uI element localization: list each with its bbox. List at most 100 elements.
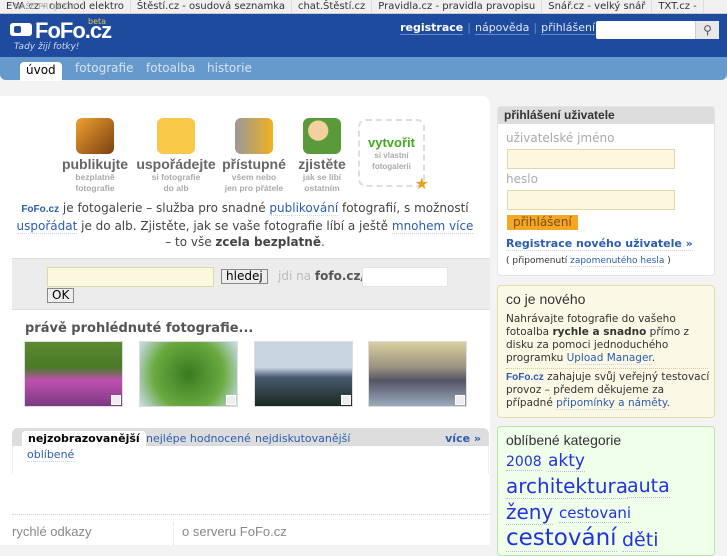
projects-label: NAŠE PROJEKTY <box>8 0 84 13</box>
user-icon <box>303 118 341 154</box>
intro-text: FoFo.cz je fotogalerie – služba pro snad… <box>16 201 474 249</box>
feature-title: uspořádejte <box>136 156 216 172</box>
news-item: FoFo.cz zahajuje svůj veřejný testovací … <box>506 371 710 410</box>
help-link[interactable]: nápověda <box>474 21 530 35</box>
goto-label: jdi na fofo.cz/ <box>278 269 365 283</box>
photo-search-input[interactable] <box>47 267 214 287</box>
password-input[interactable] <box>507 190 675 210</box>
category-tag[interactable]: cestování <box>506 525 617 552</box>
project-link[interactable]: Pravidla.cz - pravidla pravopisu <box>372 0 543 13</box>
category-tag[interactable]: akty <box>548 451 585 472</box>
main-nav: úvod fotografie fotoalba historie <box>0 57 727 81</box>
login-button[interactable]: přihlášení <box>507 215 578 230</box>
keys-icon <box>235 118 273 154</box>
news-divider <box>506 368 708 369</box>
tab-uvod[interactable]: úvod <box>20 62 62 81</box>
photo-thumbnail[interactable] <box>24 341 123 407</box>
username-input[interactable] <box>507 149 675 169</box>
forgot-password-link[interactable]: zapomenutého hesla <box>570 256 665 267</box>
footer-divider <box>173 522 174 545</box>
search-icon[interactable]: ⚲ <box>695 21 719 39</box>
ok-button[interactable]: OK <box>47 288 75 303</box>
create-sub: si vlastní <box>374 151 409 160</box>
login-title: přihlášení uživatele <box>498 107 714 124</box>
top-links: registrace | nápověda | přihlášení <box>400 21 595 35</box>
feature-sub: všem nebo <box>231 172 277 182</box>
mini-logo: FoFo.cz <box>506 372 544 383</box>
news-item: Nahrávajte fotografie do vašeho fotoalba… <box>506 313 690 365</box>
project-link[interactable]: chat.Štěstí.cz <box>292 0 373 13</box>
beta-badge: beta <box>88 17 107 26</box>
category-tag[interactable]: architektura <box>506 474 628 499</box>
camera-icon <box>10 23 32 36</box>
search-button[interactable]: hledej <box>221 269 268 284</box>
feature-sub: bezplatně <box>75 172 115 182</box>
login-box: přihlášení uživatele uživatelské jméno h… <box>497 106 715 276</box>
feature-access: přístupné všem nebo jen pro přátele <box>221 118 287 194</box>
category-tag[interactable]: děti <box>622 529 659 552</box>
folder-icon <box>157 118 195 154</box>
recent-photos-title: právě prohlédnuté fotografie... <box>25 321 254 336</box>
project-link[interactable]: Snář.cz - velký snář <box>542 0 653 13</box>
feature-sub: fotografie <box>75 183 115 193</box>
tab-fotografie[interactable]: fotografie <box>75 61 133 75</box>
news-title: co je nového <box>506 291 586 307</box>
feature-sub: ostatním <box>304 183 340 193</box>
expand-icon[interactable] <box>226 395 236 405</box>
feature-sub: jen pro přátele <box>224 183 284 193</box>
goto-input[interactable] <box>362 267 448 287</box>
news-box: co je nového Nahrávajte fotografie do va… <box>497 285 715 418</box>
project-link[interactable]: TXT.cz - <box>652 0 704 13</box>
create-sub: fotogalerii <box>372 162 411 171</box>
feature-publish: publikujte bezplatně fotografie <box>60 118 130 194</box>
tab-body: oblíbené <box>12 446 489 474</box>
publish-link[interactable]: publikování <box>269 201 339 216</box>
tab-historie[interactable]: historie <box>207 61 252 75</box>
category-tag[interactable]: auta <box>627 475 670 498</box>
create-gallery-button[interactable]: vytvořit si vlastní fotogalerii ★ <box>358 119 429 193</box>
register-link[interactable]: registrace <box>400 21 464 35</box>
photo-thumbnail[interactable] <box>368 341 467 407</box>
expand-icon[interactable] <box>111 395 121 405</box>
expand-icon[interactable] <box>455 395 465 405</box>
search-input[interactable]: ⚲ <box>596 21 719 39</box>
tab-most-discussed[interactable]: nejdiskutovanější <box>255 432 351 446</box>
more-link[interactable]: mnohem více <box>391 219 474 234</box>
projects-bar: NAŠE PROJEKTY EVA.cz - obchod elektro Št… <box>0 0 727 14</box>
register-link[interactable]: Registrace nového uživatele » <box>506 237 693 251</box>
category-tag[interactable]: cestovani <box>559 504 632 523</box>
organize-link[interactable]: uspořádat <box>16 219 78 234</box>
footer-quick-links-title: rychlé odkazy <box>12 524 92 539</box>
upload-manager-link[interactable]: Upload Manager <box>566 352 652 365</box>
category-tag[interactable]: 2008 <box>506 454 542 471</box>
categories-title: oblíbené kategorie <box>506 432 622 448</box>
photo-tabs: nejzobrazovanější nejlépe hodnocené nejd… <box>12 428 489 447</box>
project-link[interactable]: Štěstí.cz - osudová seznamka <box>131 0 292 13</box>
slogan: Tady žijí fotky! <box>14 42 80 52</box>
feature-sub: do alb <box>163 183 189 193</box>
tab-favorites[interactable]: oblíbené <box>27 448 75 462</box>
photo-thumbnail[interactable] <box>139 341 238 407</box>
photo-camera-icon <box>76 118 114 154</box>
photo-thumbnail[interactable] <box>254 341 353 407</box>
feature-title: přístupné <box>222 156 286 172</box>
more-link[interactable]: více » <box>445 432 481 446</box>
username-label: uživatelské jméno <box>506 131 615 145</box>
login-link[interactable]: přihlášení <box>541 21 595 35</box>
category-tag[interactable]: ženy <box>506 500 554 525</box>
feedback-link[interactable]: připomínky a náměty <box>556 397 667 410</box>
tab-top-rated[interactable]: nejlépe hodnocené <box>146 432 251 446</box>
photo-search-box: hledej jdi na fofo.cz/ OK <box>12 258 490 310</box>
tab-most-viewed[interactable]: nejzobrazovanější <box>22 431 146 447</box>
password-label: heslo <box>506 172 538 186</box>
remind-password: ( připomenutí zapomenutého hesla ) <box>506 256 671 267</box>
feature-sub: si fotografie <box>151 172 201 182</box>
header: FoFo.cz beta Tady žijí fotky! registrace… <box>0 14 727 57</box>
expand-icon[interactable] <box>341 395 351 405</box>
categories-box: oblíbené kategorie 2008 akty architektur… <box>497 426 715 556</box>
feature-organize: uspořádejte si fotografie do alb <box>135 118 217 194</box>
tab-fotoalba[interactable]: fotoalba <box>146 61 195 75</box>
footer-about-title: o serveru FoFo.cz <box>182 524 287 539</box>
feature-title: zjistěte <box>298 156 346 172</box>
feature-feedback: zjistěte jak se líbí ostatním <box>296 118 348 194</box>
